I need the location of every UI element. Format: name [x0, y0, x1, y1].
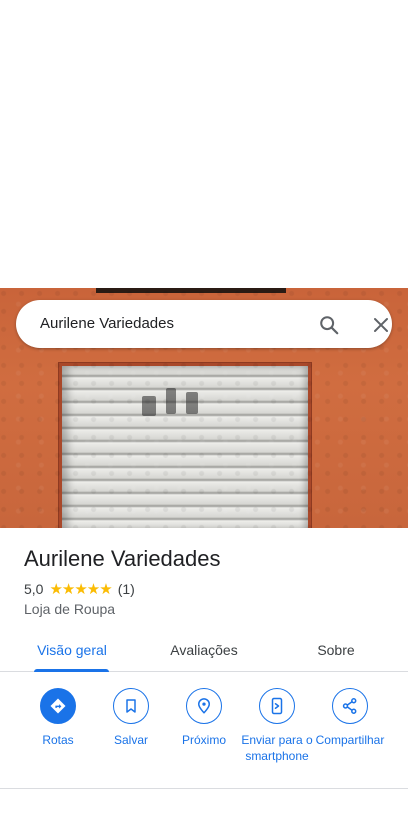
- directions-button[interactable]: Rotas: [18, 688, 98, 748]
- bookmark-icon: [113, 688, 149, 724]
- rating-row: 5,0 ★★★★★ (1): [24, 580, 135, 598]
- share-icon: [332, 688, 368, 724]
- close-icon[interactable]: [368, 312, 394, 338]
- search-input[interactable]: Aurilene Variedades: [40, 315, 174, 332]
- send-to-phone-label: Enviar para o smartphone: [241, 733, 313, 763]
- directions-icon: [40, 688, 76, 724]
- place-category: Loja de Roupa: [24, 601, 116, 617]
- share-label: Compartilhar: [315, 733, 385, 747]
- nearby-label: Próximo: [181, 733, 226, 747]
- search-icon[interactable]: [316, 312, 342, 338]
- send-to-phone-button[interactable]: Enviar para o smartphone: [237, 688, 317, 764]
- share-button[interactable]: Compartilhar: [310, 688, 390, 748]
- search-bar[interactable]: Aurilene Variedades: [16, 300, 392, 348]
- bottom-divider: [0, 788, 408, 789]
- rating-value: 5,0: [24, 581, 44, 597]
- place-title: Aurilene Variedades: [24, 546, 221, 571]
- star-rating-icon: ★★★★★: [49, 581, 112, 598]
- nearby-button[interactable]: Próximo: [164, 688, 244, 748]
- tab-overview[interactable]: Visão geral: [22, 628, 122, 672]
- send-to-phone-icon: [259, 688, 295, 724]
- review-count-link[interactable]: (1): [118, 581, 135, 597]
- tab-about[interactable]: Sobre: [296, 628, 376, 672]
- tab-active-indicator: [34, 669, 109, 672]
- nearby-icon: [186, 688, 222, 724]
- map-blank-area: [0, 0, 408, 288]
- save-button[interactable]: Salvar: [91, 688, 171, 748]
- action-buttons-row: Rotas Salvar Próximo Enviar para o smart…: [0, 688, 408, 788]
- tab-reviews[interactable]: Avaliações: [154, 628, 254, 672]
- place-tabs: Visão geral Avaliações Sobre: [0, 628, 408, 672]
- directions-label: Rotas: [42, 733, 74, 747]
- save-label: Salvar: [113, 733, 148, 747]
